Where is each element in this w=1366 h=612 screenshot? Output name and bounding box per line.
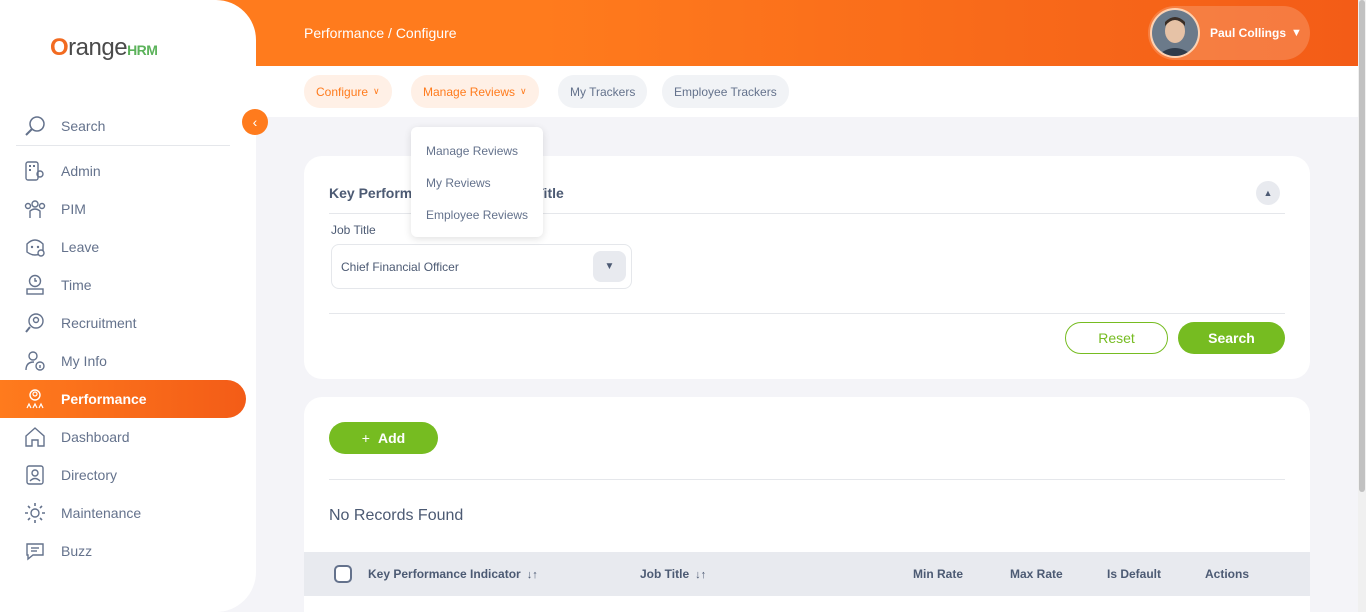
sort-icon[interactable]: ↓↑ — [695, 569, 706, 581]
divider — [329, 479, 1285, 480]
tab-employee-trackers[interactable]: Employee Trackers — [662, 75, 789, 108]
tab-my-trackers[interactable]: My Trackers — [558, 75, 648, 108]
sidebar-item-label: PIM — [61, 201, 86, 217]
select-all-checkbox[interactable] — [334, 565, 352, 583]
tab-label: Configure — [316, 84, 369, 99]
search-icon — [24, 115, 46, 137]
recruitment-icon — [24, 312, 46, 334]
user-avatar — [1150, 8, 1200, 58]
sidebar-item-label: Time — [61, 277, 92, 293]
pim-icon — [24, 198, 46, 220]
caret-up-icon: ▲ — [1263, 188, 1273, 198]
column-kpi[interactable]: Key Performance Indicator ↓↑ — [368, 567, 538, 581]
sidebar-item-label: Leave — [61, 239, 100, 255]
chevron-left-icon: ‹ — [252, 114, 258, 130]
orangehrm-logo[interactable]: OrangeHRM — [50, 34, 158, 62]
caret-down-icon: ▼ — [1291, 27, 1302, 39]
sidebar-item-performance[interactable]: Performance — [0, 380, 246, 418]
no-records-text: No Records Found — [329, 507, 464, 524]
sidebar-item-label: Directory — [61, 467, 118, 483]
tab-label: Manage Reviews — [423, 84, 516, 99]
sidebar-item-label: Maintenance — [61, 505, 142, 521]
sidebar-item-directory[interactable]: Directory — [16, 456, 246, 494]
user-name: Paul Collings — [1210, 26, 1287, 40]
column-job-title[interactable]: Job Title ↓↑ — [640, 567, 706, 581]
column-actions: Actions — [1205, 567, 1250, 581]
manage-reviews-dropdown: Manage Reviews My Reviews Employee Revie… — [411, 127, 543, 237]
job-title-label: Job Title — [331, 223, 376, 237]
sidebar-item-buzz[interactable]: Buzz — [16, 532, 246, 570]
sidebar-item-my-info[interactable]: My Info — [16, 342, 246, 380]
dashboard-icon — [24, 426, 46, 448]
job-title-value: Chief Financial Officer — [341, 259, 459, 274]
admin-icon — [24, 160, 46, 182]
collapse-filter-button[interactable]: ▲ — [1256, 181, 1280, 205]
sidebar-item-time[interactable]: Time — [16, 266, 246, 304]
time-icon — [24, 274, 46, 296]
tab-manage-reviews[interactable]: Manage Reviews ∨ — [411, 75, 539, 108]
buzz-icon — [24, 540, 46, 562]
sidebar-item-label: Performance — [61, 391, 147, 407]
sidebar-item-leave[interactable]: Leave — [16, 228, 246, 266]
sidebar-item-label: Buzz — [61, 543, 93, 559]
tab-configure[interactable]: Configure ∨ — [304, 75, 392, 108]
column-min-rate: Min Rate — [913, 567, 964, 581]
sidebar-item-label: Recruitment — [61, 315, 137, 331]
sidebar-item-dashboard[interactable]: Dashboard — [16, 418, 246, 456]
sidebar-item-label: Admin — [61, 163, 101, 179]
job-title-select[interactable]: Chief Financial Officer ▼ — [331, 244, 632, 289]
reset-button[interactable]: Reset — [1065, 322, 1168, 354]
page-breadcrumb: Performance / Configure — [304, 25, 457, 41]
my-info-icon — [24, 350, 46, 372]
performance-icon — [24, 388, 46, 410]
plus-icon: + — [361, 430, 370, 446]
sidebar-item-label: Dashboard — [61, 429, 130, 445]
tab-label: Employee Trackers — [674, 84, 777, 99]
chevron-down-icon: ∨ — [520, 86, 527, 96]
sidebar-item-label: My Info — [61, 353, 107, 369]
tab-label: My Trackers — [570, 84, 636, 99]
sidebar-item-recruitment[interactable]: Recruitment — [16, 304, 246, 342]
dropdown-item-manage-reviews[interactable]: Manage Reviews — [411, 135, 543, 167]
leave-icon — [24, 236, 46, 258]
divider — [329, 313, 1285, 314]
table-body — [304, 596, 1310, 612]
directory-icon — [24, 464, 46, 486]
user-menu[interactable]: Paul Collings ▼ — [1148, 6, 1310, 60]
add-button[interactable]: + Add — [329, 422, 438, 454]
collapse-sidebar-button[interactable]: ‹ — [242, 109, 268, 135]
search-button[interactable]: Search — [1178, 322, 1285, 354]
sidebar: OrangeHRM Search Admin PIM Leave Time Re… — [0, 0, 256, 612]
sidebar-search[interactable]: Search — [16, 106, 230, 146]
maintenance-icon — [24, 502, 46, 524]
column-max-rate: Max Rate — [1010, 567, 1063, 581]
sort-icon[interactable]: ↓↑ — [527, 569, 538, 581]
sidebar-item-maintenance[interactable]: Maintenance — [16, 494, 246, 532]
chevron-down-icon: ∨ — [373, 86, 380, 96]
column-is-default: Is Default — [1107, 567, 1162, 581]
dropdown-item-employee-reviews[interactable]: Employee Reviews — [411, 199, 543, 231]
add-label: Add — [377, 430, 406, 446]
dropdown-item-my-reviews[interactable]: My Reviews — [411, 167, 543, 199]
search-label: Search — [61, 117, 106, 134]
sidebar-item-admin[interactable]: Admin — [16, 152, 246, 190]
sidebar-item-pim[interactable]: PIM — [16, 190, 246, 228]
caret-down-icon: ▼ — [593, 251, 626, 282]
page-scrollbar-thumb[interactable] — [1359, 0, 1365, 492]
